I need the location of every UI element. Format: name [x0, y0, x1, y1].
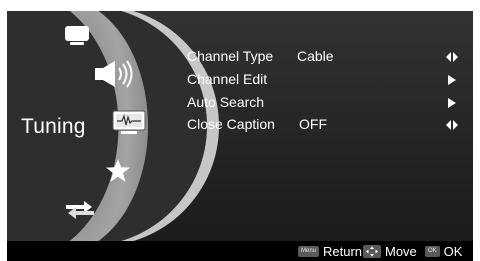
- right-arrow-icon[interactable]: [445, 74, 459, 86]
- menu-item-label: Channel Edit: [187, 71, 268, 87]
- move-label: Move: [385, 243, 417, 259]
- menu-item-value: OFF: [299, 116, 327, 132]
- ok-label: OK: [443, 243, 463, 259]
- menu-item-label: Channel Type: [187, 48, 274, 64]
- menu-item-channel-type[interactable]: Channel Type Cable: [7, 48, 473, 68]
- menu-item-label: Close Caption: [187, 116, 275, 132]
- picture-icon[interactable]: [64, 25, 90, 47]
- left-right-arrow-icon[interactable]: [445, 119, 459, 131]
- menu-item-auto-search[interactable]: Auto Search: [7, 94, 473, 114]
- menu-item-label: Auto Search: [187, 94, 265, 110]
- return-label: Return: [323, 243, 363, 259]
- menu-key-icon: Menu: [298, 245, 320, 257]
- right-arrow-icon[interactable]: [445, 97, 459, 109]
- setup-icon[interactable]: [64, 198, 96, 220]
- move-hint: Move: [363, 241, 417, 261]
- footer-hint-bar: Menu Return Move OK OK: [7, 241, 473, 261]
- move-arrows-icon: [363, 244, 381, 258]
- ok-hint: OK OK: [425, 241, 462, 261]
- left-right-arrow-icon[interactable]: [445, 51, 459, 63]
- menu-item-channel-edit[interactable]: Channel Edit: [7, 71, 473, 91]
- return-hint: Menu Return: [298, 241, 362, 261]
- menu-item-close-caption[interactable]: Close Caption OFF: [7, 116, 473, 136]
- menu-item-value: Cable: [297, 48, 334, 64]
- tv-osd-menu: Tuning Channel Type Cable Channel Edit A…: [7, 11, 473, 241]
- favorite-star-icon[interactable]: [105, 158, 131, 184]
- ok-key-icon: OK: [425, 245, 440, 257]
